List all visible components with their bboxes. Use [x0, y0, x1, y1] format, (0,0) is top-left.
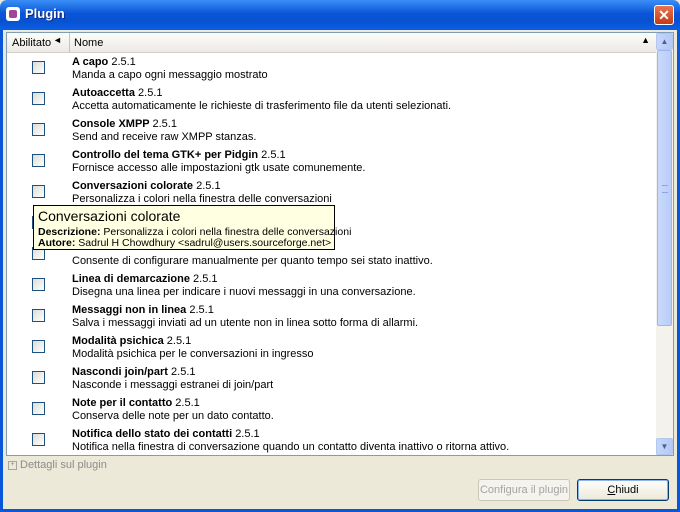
plugin-name-label: Messaggi non in linea: [72, 304, 187, 316]
plugin-version: 2.5.1: [196, 180, 221, 192]
plugin-version: 2.5.1: [171, 366, 196, 378]
plugin-row[interactable]: Console XMPP 2.5.1 Send and receive raw X…: [7, 115, 657, 146]
plugin-row[interactable]: Notifica dello stato dei contatti 2.5.1 N…: [7, 425, 657, 455]
column-header-nome-label: Nome: [74, 37, 104, 49]
column-header-abilitato-label: Abilitato: [12, 37, 52, 49]
column-header-abilitato[interactable]: Abilitato ◄: [7, 33, 70, 52]
enable-checkbox[interactable]: [32, 92, 45, 105]
plugin-version: 2.5.1: [261, 149, 286, 161]
plugin-row[interactable]: A capo 2.5.1 Manda a capo ogni messaggio …: [7, 53, 657, 84]
plugin-description: Modalità psichica per le conversazioni i…: [72, 348, 314, 360]
sort-left-arrow-icon: ◄: [53, 35, 62, 45]
plugin-row[interactable]: Conversazioni colorate 2.5.1 Personalizza…: [7, 177, 657, 208]
enable-checkbox[interactable]: [32, 340, 45, 353]
plugin-name-label: Linea di demarcazione: [72, 273, 190, 285]
plugin-row[interactable]: Linea di demarcazione 2.5.1 Disegna una l…: [7, 270, 657, 301]
plugin-name-label: Nascondi join/part: [72, 366, 168, 378]
plugin-name-label: Controllo del tema GTK+ per Pidgin: [72, 149, 259, 161]
tooltip-author-value: Sadrul H Chowdhury <sadrul@users.sourcef…: [78, 237, 332, 249]
enable-checkbox[interactable]: [32, 371, 45, 384]
plugin-details-label: Dettagli sul plugin: [20, 459, 107, 471]
plugin-rows: A capo 2.5.1 Manda a capo ogni messaggio …: [7, 53, 657, 455]
title-bar: Plugin ✕: [0, 0, 680, 30]
plugin-name-label: Autoaccetta: [72, 87, 135, 99]
plugin-name: Linea di demarcazione 2.5.1: [72, 273, 218, 285]
column-header-nome[interactable]: Nome ▲: [70, 33, 657, 52]
plugin-row[interactable]: Messaggi non in linea 2.5.1 Salva i messa…: [7, 301, 657, 332]
grip-icon: [662, 185, 668, 193]
plugin-row[interactable]: Modalità psichica 2.5.1 Modalità psichica…: [7, 332, 657, 363]
plugin-row[interactable]: Note per il contatto 2.5.1 Conserva delle…: [7, 394, 657, 425]
tooltip-title: Conversazioni colorate: [38, 208, 181, 224]
plugin-name: Autoaccetta 2.5.1: [72, 87, 163, 99]
plugin-version: 2.5.1: [138, 87, 163, 99]
enable-checkbox[interactable]: [32, 185, 45, 198]
plugin-description: Notifica nella finestra di conversazione…: [72, 441, 510, 453]
scroll-down-button[interactable]: ▼: [656, 438, 673, 455]
enable-checkbox[interactable]: [32, 278, 45, 291]
plugin-version: 2.5.1: [193, 273, 218, 285]
plugin-name: Note per il contatto 2.5.1: [72, 397, 200, 409]
plugin-name: Controllo del tema GTK+ per Pidgin 2.5.1: [72, 149, 286, 161]
expand-plus-icon: +: [8, 460, 17, 470]
enable-checkbox[interactable]: [32, 123, 45, 136]
plugin-name: Modalità psichica 2.5.1: [72, 335, 191, 347]
plugin-description: Disegna una linea per indicare i nuovi m…: [72, 286, 416, 298]
plugin-description: Send and receive raw XMPP stanzas.: [72, 131, 257, 143]
plugin-tooltip: Conversazioni colorate Descrizione: Pers…: [33, 205, 351, 250]
plugin-name-label: Modalità psichica: [72, 335, 164, 347]
plugin-version: 2.5.1: [166, 335, 192, 347]
list-header: Abilitato ◄ Nome ▲: [7, 33, 657, 53]
plugin-version: 2.5.1: [175, 397, 200, 409]
window-title: Plugin: [25, 6, 65, 21]
plugin-name-label: Console XMPP: [72, 118, 150, 130]
close-button-accel: C: [607, 484, 616, 496]
plugin-version: 2.5.1: [111, 56, 136, 68]
enable-checkbox[interactable]: [32, 61, 45, 74]
plugin-description: Salva i messaggi inviati ad un utente no…: [72, 317, 419, 329]
pidgin-icon: [6, 7, 20, 21]
plugin-description: Nasconde i messaggi estranei di join/par…: [72, 379, 274, 391]
plugin-version: 2.5.1: [152, 118, 177, 130]
enable-checkbox[interactable]: [32, 402, 45, 415]
plugin-name: Conversazioni colorate 2.5.1: [72, 180, 221, 192]
plugin-name: A capo 2.5.1: [72, 56, 136, 68]
sort-ascending-icon: ▲: [641, 35, 650, 45]
plugin-description: Conserva delle note per un dato contatto…: [72, 410, 274, 422]
plugin-name: Console XMPP 2.5.1: [72, 118, 177, 130]
scroll-thumb[interactable]: [657, 50, 672, 326]
enable-checkbox[interactable]: [32, 309, 45, 322]
plugin-row[interactable]: Nascondi join/part 2.5.1 Nasconde i messa…: [7, 363, 657, 394]
plugin-name: Nascondi join/part 2.5.1: [72, 366, 196, 378]
scroll-up-button[interactable]: ▲: [656, 33, 673, 50]
plugin-description: Personalizza i colori nella finestra del…: [72, 193, 332, 205]
plugin-name: Messaggi non in linea 2.5.1: [72, 304, 214, 316]
plugin-name: Notifica dello stato dei contatti 2.5.1: [72, 428, 260, 440]
plugin-description: Manda a capo ogni messaggio mostrato: [72, 69, 268, 81]
plugin-details-expander[interactable]: + Dettagli sul plugin: [8, 459, 107, 471]
enable-checkbox[interactable]: [32, 433, 45, 446]
tooltip-author-label: Autore:: [38, 237, 76, 249]
plugin-name-label: Note per il contatto: [72, 397, 173, 409]
plugin-version: 2.5.1: [189, 304, 214, 316]
plugin-row[interactable]: Controllo del tema GTK+ per Pidgin 2.5.1…: [7, 146, 657, 177]
tooltip-author: Autore: Sadrul H Chowdhury <sadrul@users…: [38, 237, 331, 249]
configure-plugin-button[interactable]: Configura il plugin: [478, 479, 570, 501]
close-window-button[interactable]: ✕: [654, 5, 674, 25]
plugin-description: Accetta automaticamente le richieste di …: [72, 100, 452, 112]
plugin-name-label: A capo: [72, 56, 109, 68]
vertical-scrollbar[interactable]: ▲ ▼: [656, 33, 673, 455]
plugin-name-label: Conversazioni colorate: [72, 180, 194, 192]
plugin-version: 2.5.1: [235, 428, 260, 440]
enable-checkbox[interactable]: [32, 154, 45, 167]
plugin-description: Consente di configurare manualmente per …: [72, 255, 433, 267]
close-button[interactable]: Chiudi: [577, 479, 669, 501]
plugin-row[interactable]: Autoaccetta 2.5.1 Accetta automaticamente…: [7, 84, 657, 115]
plugin-description: Fornisce accesso alle impostazioni gtk u…: [72, 162, 366, 174]
plugin-name-label: Notifica dello stato dei contatti: [72, 428, 233, 440]
